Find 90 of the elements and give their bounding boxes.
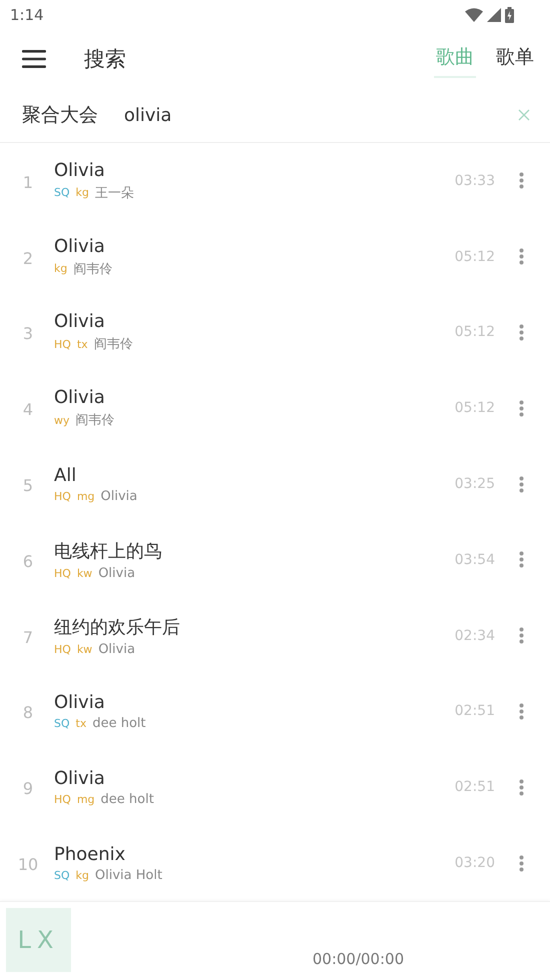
song-index: 4 — [22, 400, 34, 420]
song-title: All — [54, 464, 78, 486]
more-icon[interactable] — [519, 627, 524, 644]
more-icon[interactable] — [519, 551, 524, 568]
wifi-icon — [465, 8, 483, 22]
song-artist: dee holt — [92, 716, 146, 731]
song-title: Olivia — [54, 236, 106, 257]
song-index: 1 — [22, 172, 34, 192]
song-duration: 05:12 — [454, 248, 495, 265]
song-row[interactable]: 6 电线杆上的鸟 HQ kw Olivia 03:54 — [0, 522, 550, 598]
song-artist: Olivia Holt — [95, 868, 162, 883]
more-icon[interactable] — [519, 854, 524, 872]
song-row[interactable]: 7 纽约的欢乐午后 HQ kw Olivia 02:34 — [0, 598, 550, 674]
quality-tag: tx — [76, 716, 86, 730]
song-row[interactable]: 5 All HQ mg Olivia 03:25 — [0, 446, 550, 522]
song-artist: Olivia — [100, 488, 138, 504]
search-field[interactable]: olivia — [124, 102, 518, 128]
song-title: Olivia — [54, 160, 106, 181]
app-logo: LX — [18, 926, 60, 954]
quality-tag: SQ — [54, 186, 70, 200]
quality-tag: HQ — [54, 792, 71, 806]
song-duration: 03:33 — [454, 172, 495, 189]
quality-tag: HQ — [54, 642, 71, 656]
song-duration: 05:12 — [454, 324, 495, 340]
song-artist: 阎韦伶 — [94, 336, 133, 354]
song-row[interactable]: 4 Olivia wy 阎韦伶 05:12 — [0, 370, 550, 446]
song-row[interactable]: 3 Olivia HQ tx 阎韦伶 05:12 — [0, 294, 550, 370]
song-duration: 03:54 — [454, 552, 495, 568]
quality-tag: HQ — [54, 490, 71, 503]
song-title: Olivia — [54, 692, 106, 713]
quality-tag: HQ — [54, 338, 71, 351]
quality-tag: kg — [76, 186, 89, 200]
song-title: 电线杆上的鸟 — [54, 540, 163, 563]
song-index: 6 — [22, 552, 34, 571]
quality-tag: mg — [76, 792, 95, 806]
menu-button[interactable] — [22, 50, 46, 68]
song-index: 9 — [22, 779, 34, 798]
menu-icon — [22, 50, 46, 68]
battery-icon — [505, 7, 514, 23]
play-time: 00:00/00:00 — [312, 950, 404, 968]
signal-icon — [487, 8, 501, 22]
song-row[interactable]: 1 Olivia SQ kg 王一朵 03:33 — [0, 143, 550, 219]
quality-tag: kw — [76, 642, 92, 656]
song-index: 7 — [22, 628, 34, 647]
more-icon[interactable] — [519, 400, 524, 417]
song-artist: dee holt — [100, 792, 154, 807]
more-icon[interactable] — [519, 476, 524, 493]
song-duration: 05:12 — [454, 400, 495, 416]
page-title: 搜索 — [84, 46, 127, 73]
song-duration: 02:34 — [454, 628, 495, 644]
song-title: Olivia — [54, 311, 106, 332]
song-index: 10 — [16, 855, 40, 874]
more-icon[interactable] — [519, 324, 524, 341]
song-row[interactable]: 8 Olivia SQ tx dee holt 02:51 — [0, 674, 550, 750]
song-row[interactable]: 9 Olivia HQ mg dee holt 02:51 — [0, 749, 550, 826]
song-duration: 03:20 — [454, 855, 495, 872]
song-duration: 02:51 — [454, 779, 495, 796]
song-index: 5 — [22, 476, 34, 496]
quality-tag: kw — [76, 566, 92, 580]
song-title: Phoenix — [54, 844, 126, 865]
song-index: 3 — [22, 324, 34, 344]
quality-tag: SQ — [54, 716, 70, 730]
song-artist: Olivia — [98, 566, 136, 581]
song-artist: 阎韦伶 — [76, 412, 115, 430]
song-title: 纽约的欢乐午后 — [54, 616, 181, 639]
song-row[interactable]: 2 Olivia kg 阎韦伶 05:12 — [0, 218, 550, 295]
more-icon[interactable] — [519, 248, 524, 266]
quality-tag: kg — [54, 262, 68, 276]
song-title: Olivia — [54, 768, 106, 789]
song-artist: 阎韦伶 — [73, 260, 112, 278]
quality-tag: wy — [54, 414, 70, 427]
close-icon[interactable] — [518, 109, 530, 121]
song-artist: 王一朵 — [95, 184, 134, 202]
more-icon[interactable] — [519, 172, 524, 190]
song-index: 8 — [22, 703, 34, 722]
quality-tag: SQ — [54, 868, 70, 882]
quality-tag: HQ — [54, 566, 71, 580]
song-artist: Olivia — [98, 642, 136, 657]
status-time: 1:14 — [10, 6, 44, 24]
quality-tag: kg — [76, 868, 89, 882]
source-selector[interactable]: 聚合大会 — [22, 102, 98, 128]
tab[interactable]: 歌单 — [494, 40, 536, 78]
quality-tag: tx — [76, 338, 88, 351]
more-icon[interactable] — [519, 778, 524, 796]
song-index: 2 — [22, 248, 34, 268]
song-duration: 03:25 — [454, 476, 495, 492]
quality-tag: mg — [76, 490, 95, 503]
song-title: Olivia — [54, 387, 106, 408]
more-icon[interactable] — [519, 702, 524, 720]
song-duration: 02:51 — [454, 703, 495, 720]
